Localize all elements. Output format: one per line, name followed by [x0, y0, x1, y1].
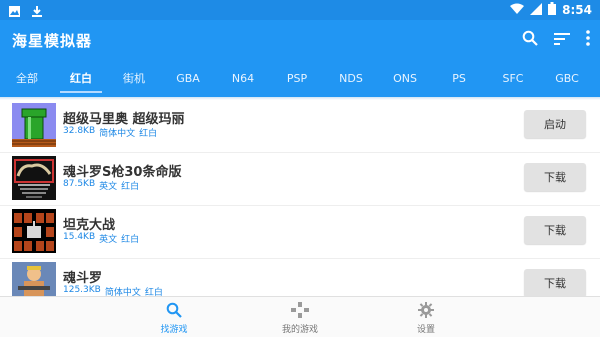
list-item[interactable]: 坦克大战 15.4KB 英文 红白 下载: [0, 206, 600, 259]
game-cover-image: [12, 262, 56, 296]
game-cover-image: [12, 103, 56, 147]
game-meta: 125.3KB 简体中文 红白: [63, 285, 163, 296]
wifi-icon: [510, 3, 525, 18]
launch-button[interactable]: 启动: [524, 110, 586, 138]
game-cover-image: [12, 209, 56, 253]
gear-icon: [418, 302, 434, 322]
category-tabs: 全部 红白 街机 GBA N64 PSP NDS ONS PS SFC GBC: [0, 60, 600, 97]
nav-label: 找游戏: [160, 325, 188, 335]
game-language: 英文: [99, 182, 118, 192]
active-tab-indicator: [60, 91, 102, 93]
game-meta: 32.8KB 简体中文 红白: [63, 126, 157, 139]
game-title: 超级马里奥 超级玛丽: [63, 112, 185, 127]
nav-find-games[interactable]: 找游戏: [114, 297, 234, 337]
nav-my-games[interactable]: 我的游戏: [240, 297, 360, 337]
game-meta: 87.5KB 英文 红白: [63, 179, 139, 192]
app-title: 海星模拟器: [12, 32, 93, 50]
tab-ons[interactable]: ONS: [382, 60, 428, 97]
download-button[interactable]: 下载: [524, 163, 586, 191]
game-size: 87.5KB: [63, 179, 96, 189]
sort-icon[interactable]: [554, 31, 570, 50]
game-size: 32.8KB: [63, 126, 96, 136]
game-platform: 红白: [121, 182, 140, 192]
tab-psp[interactable]: PSP: [274, 60, 320, 97]
game-language: 英文: [99, 235, 118, 245]
gamepad-icon: [291, 302, 309, 322]
game-title: 坦克大战: [63, 218, 116, 233]
tab-nds[interactable]: NDS: [328, 60, 374, 97]
game-platform: 红白: [121, 235, 140, 245]
tab-sfc[interactable]: SFC: [490, 60, 536, 97]
signal-icon: [530, 2, 543, 18]
game-cover-image: [12, 156, 56, 200]
search-icon: [166, 302, 182, 322]
bottom-navigation: 找游戏 我的游戏 设置: [0, 296, 600, 337]
game-platform: 红白: [144, 288, 163, 296]
tab-gbc[interactable]: GBC: [544, 60, 590, 97]
game-size: 125.3KB: [63, 285, 101, 295]
clock-time: 8:54: [562, 3, 592, 17]
search-icon[interactable]: [522, 30, 538, 50]
tab-ps[interactable]: PS: [436, 60, 482, 97]
nav-settings[interactable]: 设置: [366, 297, 486, 337]
game-platform: 红白: [139, 129, 158, 139]
game-language: 简体中文: [99, 129, 136, 139]
battery-icon: [548, 2, 557, 18]
game-language: 简体中文: [104, 288, 141, 296]
tab-gba[interactable]: GBA: [165, 60, 211, 97]
tab-arcade[interactable]: 街机: [111, 60, 157, 97]
list-item[interactable]: 魂斗罗S枪30条命版 87.5KB 英文 红白 下载: [0, 153, 600, 206]
nav-label: 我的游戏: [281, 325, 318, 335]
tab-n64[interactable]: N64: [220, 60, 266, 97]
list-item[interactable]: 超级马里奥 超级玛丽 32.8KB 简体中文 红白 启动: [0, 100, 600, 153]
game-title: 魂斗罗S枪30条命版: [63, 165, 182, 180]
list-item[interactable]: 魂斗罗 125.3KB 简体中文 红白 下载: [0, 259, 600, 296]
download-button[interactable]: 下载: [524, 216, 586, 244]
game-list: 超级马里奥 超级玛丽 32.8KB 简体中文 红白 启动 魂斗罗S枪30条命版 …: [0, 100, 600, 296]
nav-label: 设置: [416, 325, 435, 335]
game-meta: 15.4KB 英文 红白: [63, 232, 139, 245]
app-toolbar: 海星模拟器: [0, 20, 600, 60]
tab-all[interactable]: 全部: [4, 60, 50, 97]
status-bar: 8:54: [0, 0, 600, 20]
more-icon[interactable]: [586, 30, 590, 50]
game-title: 魂斗罗: [63, 271, 103, 286]
tab-fc[interactable]: 红白: [58, 60, 104, 97]
download-button[interactable]: 下载: [524, 269, 586, 296]
game-size: 15.4KB: [63, 232, 96, 242]
